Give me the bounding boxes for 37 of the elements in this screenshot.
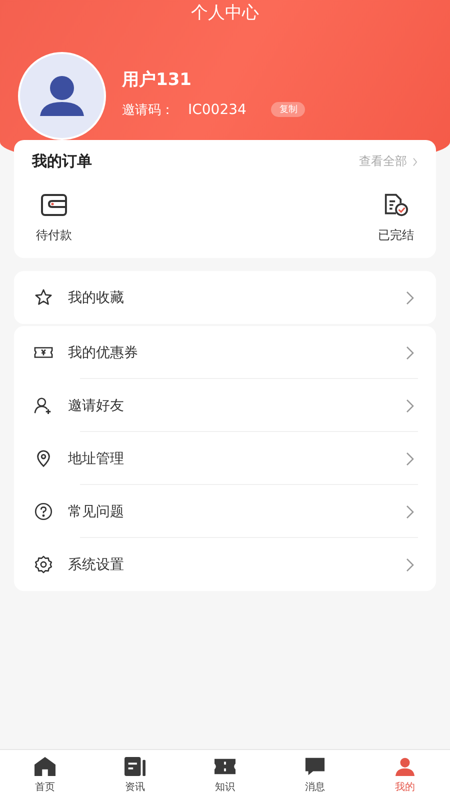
ticket-icon [213,756,237,777]
menu-item[interactable]: 我的收藏 [14,271,436,324]
menu-item[interactable]: 邀请好友 [14,379,436,432]
person-icon [393,756,417,777]
order-status-item[interactable]: 待付款 [36,193,72,244]
orders-title: 我的订单 [32,152,92,171]
home-icon [33,756,57,777]
tab[interactable]: 知识 [180,750,270,800]
chevron-right-icon [406,452,414,466]
menu-item[interactable]: 常见问题 [14,485,436,538]
chevron-right-icon [406,558,414,572]
wallet-icon [40,193,68,217]
chevron-right-icon [412,156,418,166]
chevron-right-icon [406,290,414,304]
tab[interactable]: 资讯 [90,750,180,800]
chevron-right-icon [406,398,414,412]
chevron-right-icon [406,346,414,360]
invite-code: IC00234 [188,102,246,118]
tab[interactable]: 首页 [0,750,90,800]
menu-item[interactable]: 我的优惠券 [14,326,436,379]
order-status-item[interactable]: 已完结 [378,193,414,244]
settings-icon [34,555,53,574]
menu-item[interactable]: 地址管理 [14,432,436,485]
location-pin-icon [34,449,53,468]
person-plus-icon [34,396,53,415]
tab[interactable]: 我的 [360,750,450,800]
document-check-icon [382,193,410,217]
page-title: 个人中心 [190,2,260,24]
tab[interactable]: 消息 [270,750,360,800]
chat-icon [303,756,327,777]
question-icon [34,502,53,521]
document-icon [123,756,147,777]
user-name: 用户131 [122,68,192,90]
invite-label: 邀请码： [122,102,174,118]
menu-item[interactable]: 系统设置 [14,538,436,591]
star-icon [34,288,53,307]
chevron-right-icon [406,504,414,518]
